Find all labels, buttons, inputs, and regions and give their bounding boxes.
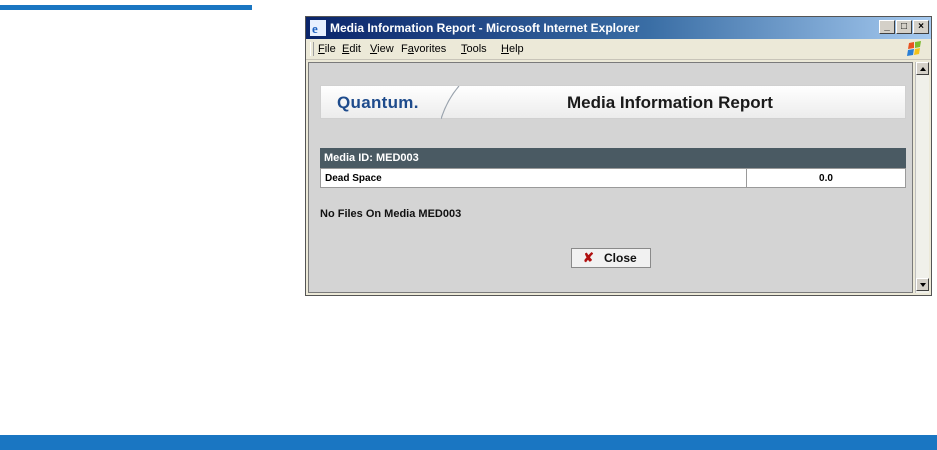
menu-grip — [310, 42, 314, 56]
top-accent-rule — [0, 5, 252, 10]
menu-edit[interactable]: Edit — [342, 43, 361, 55]
dead-space-label: Dead Space — [325, 173, 382, 184]
ie-window: e Media Information Report - Microsoft I… — [305, 16, 932, 296]
table-row: Dead Space 0.0 — [320, 168, 906, 188]
menu-view-rest: iew — [377, 43, 394, 55]
page-viewport: Quantum. Media Information Report Media … — [308, 62, 913, 293]
svg-text:e: e — [312, 21, 318, 36]
maximize-button[interactable]: □ — [896, 20, 912, 34]
menu-favorites[interactable]: Favorites — [401, 43, 446, 55]
menu-edit-rest: dit — [349, 43, 361, 55]
menu-help[interactable]: Help — [501, 43, 524, 55]
close-button-label: Close — [604, 251, 637, 265]
bottom-accent-band — [0, 435, 937, 450]
close-x-icon: ✘ — [583, 250, 594, 265]
report-title: Media Information Report — [567, 93, 773, 112]
vertical-scrollbar[interactable] — [915, 62, 929, 293]
menu-favorites-rest: vorites — [413, 43, 447, 55]
quantum-logo: Quantum. — [337, 93, 419, 112]
dead-space-value: 0.0 — [819, 173, 833, 184]
scroll-up-icon — [920, 67, 926, 71]
menu-view[interactable]: View — [370, 43, 394, 55]
menu-tools-rest: ools — [466, 43, 487, 55]
media-id-header: Media ID: MED003 — [320, 148, 906, 168]
ie-icon: e — [310, 20, 326, 36]
menu-tools[interactable]: Tools — [461, 43, 487, 55]
close-window-button[interactable]: × — [913, 20, 929, 34]
close-button[interactable]: ✘ Close — [571, 248, 651, 268]
minimize-button[interactable]: _ — [879, 20, 895, 34]
scroll-up-button[interactable] — [916, 62, 929, 75]
scroll-down-button[interactable] — [916, 278, 929, 291]
menu-help-rest: elp — [508, 43, 524, 55]
scroll-down-icon — [920, 283, 926, 287]
menu-file[interactable]: File — [318, 43, 336, 55]
title-bar: e Media Information Report - Microsoft I… — [306, 17, 931, 39]
menu-file-rest: ile — [324, 43, 336, 55]
menu-bar: File Edit View Favorites Tools Help — [306, 39, 931, 60]
menu-favorites-pre: F — [401, 43, 408, 55]
window-title: Media Information Report - Microsoft Int… — [330, 21, 640, 35]
menu-file-key: F — [318, 43, 325, 55]
no-files-message: No Files On Media MED003 — [320, 208, 462, 220]
logo-swoosh — [441, 86, 460, 119]
menu-help-key: H — [501, 43, 509, 55]
report-header-banner: Quantum. Media Information Report — [320, 85, 906, 119]
windows-xp-logo-icon — [901, 40, 927, 58]
